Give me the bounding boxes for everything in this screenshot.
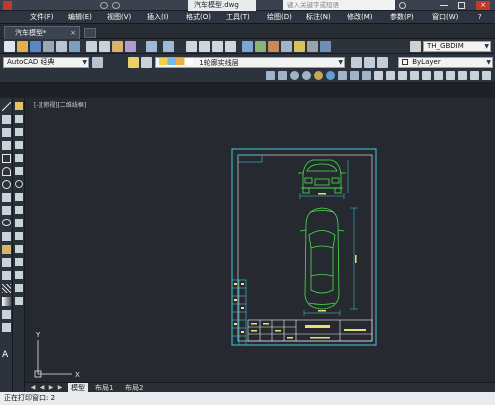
ucs-x-label: X <box>75 371 80 379</box>
drawing-svg: Y X <box>34 148 377 379</box>
ucs-y-label: Y <box>35 331 41 339</box>
first-tab-icon[interactable]: ◀ <box>29 384 37 392</box>
code-box <box>237 154 263 163</box>
car-plan-dims <box>303 207 358 316</box>
side-table <box>231 279 247 346</box>
last-tab-icon[interactable]: ▶ <box>56 384 64 392</box>
car-front-view <box>298 159 346 194</box>
title-block-text <box>251 323 366 339</box>
ucs-icon <box>34 340 72 378</box>
command-line[interactable]: 正在打印窗口: 2 <box>0 392 495 405</box>
layout-tab-bar: ◀ ◀ ▶ ▶ 模型 布局1 布局2 <box>25 382 495 393</box>
prev-tab-icon[interactable]: ◀ <box>38 384 46 392</box>
next-tab-icon[interactable]: ▶ <box>47 384 55 392</box>
car-plan-view <box>299 207 345 310</box>
